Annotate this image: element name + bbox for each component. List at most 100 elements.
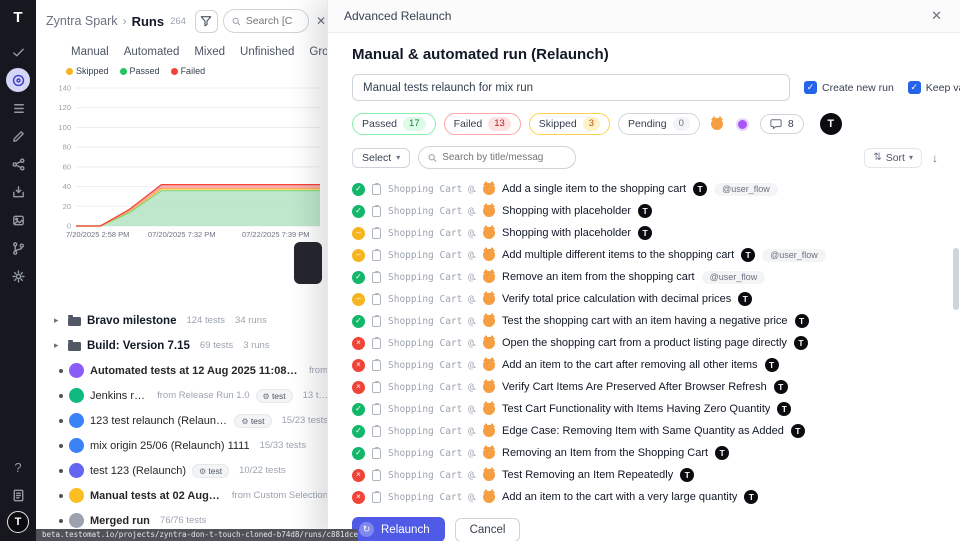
legend-item: Passed (120, 66, 160, 76)
run-env-badge: test (256, 389, 293, 403)
fox-emoji-icon (483, 491, 495, 503)
tree-folder-row[interactable]: ▸ Build: Version 7.15 69 tests 3 runs (36, 333, 336, 358)
test-title[interactable]: Remove an item from the shopping cart (502, 271, 695, 283)
filter-funnel-button[interactable] (195, 10, 218, 33)
clipboard-icon (372, 470, 381, 481)
option-checkbox[interactable]: Create new run (804, 81, 894, 94)
runs-tab[interactable]: Unfinished (240, 46, 294, 58)
test-title[interactable]: Removing an Item from the Shopping Cart (502, 447, 708, 459)
share-icon[interactable] (6, 152, 30, 176)
fox-emoji-icon (483, 227, 495, 239)
test-row[interactable]: Shopping Cart @… Remove an item from the… (352, 266, 938, 288)
sort-dropdown[interactable]: ⇅ Sort ▾ (864, 148, 922, 168)
tree-run-row[interactable]: 123 test relaunch (Relaunch) test 15/23 … (36, 408, 336, 433)
test-row[interactable]: Shopping Cart @… Removing an Item from t… (352, 442, 938, 464)
test-row[interactable]: Shopping Cart @… Add multiple different … (352, 244, 938, 266)
sort-direction-icon[interactable]: ↓ (932, 151, 938, 165)
breadcrumb-project[interactable]: Zyntra Spark (46, 14, 118, 28)
test-title[interactable]: Test Removing an Item Repeatedly (502, 469, 673, 481)
test-row[interactable]: Shopping Cart @… Add an item to the cart… (352, 486, 938, 508)
svg-text:40: 40 (63, 182, 71, 191)
edit-pencil-icon[interactable] (6, 124, 30, 148)
test-title[interactable]: Test Cart Functionality with Items Havin… (502, 403, 770, 415)
fox-emoji-filter-icon[interactable] (708, 115, 726, 133)
status-filter-chip[interactable]: Failed 13 (444, 113, 521, 135)
test-row[interactable]: Shopping Cart @… Verify Cart Items Are P… (352, 376, 938, 398)
search-icon (232, 16, 241, 27)
chevron-right-icon[interactable]: ▸ (54, 340, 62, 351)
test-title[interactable]: Test the shopping cart with an item havi… (502, 315, 788, 327)
test-title[interactable]: Add an item to the cart after removing a… (502, 359, 758, 371)
test-title[interactable]: Shopping with placeholder (502, 227, 631, 239)
run-type-icon (69, 413, 84, 428)
image-icon[interactable] (6, 208, 30, 232)
test-row[interactable]: Shopping Cart @… Test Cart Functionality… (352, 398, 938, 420)
clipboard-icon (372, 184, 381, 195)
tree-run-row[interactable]: Automated tests at 12 Aug 2025 11:08 (Re… (36, 358, 336, 383)
select-dropdown[interactable]: Select ▾ (352, 148, 410, 168)
tree-folder-row[interactable]: ▸ Bravo milestone 124 tests 34 runs (36, 308, 336, 333)
settings-gear-icon[interactable] (6, 264, 30, 288)
test-title[interactable]: Open the shopping cart from a product li… (502, 337, 787, 349)
clipboard-icon (372, 404, 381, 415)
test-row[interactable]: Shopping Cart @… Add an item to the cart… (352, 354, 938, 376)
test-row[interactable]: Shopping Cart @… Shopping with placehold… (352, 200, 938, 222)
test-row[interactable]: Shopping Cart @… Edge Case: Removing Ite… (352, 420, 938, 442)
test-title[interactable]: Add multiple different items to the shop… (502, 249, 734, 261)
run-name-input[interactable] (352, 74, 790, 101)
runs-tab[interactable]: Automated (124, 46, 180, 58)
test-title[interactable]: Verify Cart Items Are Preserved After Br… (502, 381, 767, 393)
test-title[interactable]: Add a single item to the shopping cart (502, 183, 686, 195)
clipboard-icon (372, 316, 381, 327)
cancel-button[interactable]: Cancel (455, 518, 521, 541)
runs-search-input[interactable] (246, 15, 300, 27)
runs-count-badge: 264 (170, 16, 186, 27)
chevron-right-icon[interactable]: ▸ (54, 315, 62, 326)
close-search-icon[interactable]: ✕ (314, 14, 328, 28)
test-row[interactable]: Shopping Cart @… Add a single item to th… (352, 178, 938, 200)
runs-tab[interactable]: Mixed (194, 46, 225, 58)
status-filter-chip[interactable]: Passed 17 (352, 113, 436, 135)
tree-run-row[interactable]: Manual tests at 02 Aug 2025 13:38 from C… (36, 483, 336, 508)
help-icon[interactable]: ? (14, 460, 21, 475)
checkbox-checked-icon[interactable] (908, 81, 921, 94)
comments-filter-chip[interactable]: 8 (760, 114, 804, 134)
tests-search-input[interactable] (442, 152, 566, 163)
status-filter-chip[interactable]: Pending 0 (618, 113, 700, 135)
list-icon[interactable] (6, 96, 30, 120)
x-axis-tick: 7/20/2025 2:58 PM (66, 230, 129, 239)
tree-run-row[interactable]: test 123 (Relaunch) test 10/22 tests (36, 458, 336, 483)
test-title[interactable]: Add an item to the cart with a very larg… (502, 491, 737, 503)
test-title[interactable]: Verify total price calculation with deci… (502, 293, 731, 305)
relaunch-button[interactable]: ↻ Relaunch (352, 517, 445, 541)
test-row[interactable]: Shopping Cart @… Shopping with placehold… (352, 222, 938, 244)
runs-icon[interactable] (6, 68, 30, 92)
assignee-avatar[interactable]: T (820, 113, 842, 135)
drawer-scrollbar[interactable] (952, 36, 959, 537)
checkbox-checked-icon[interactable] (804, 81, 817, 94)
status-filter-chip[interactable]: Skipped 3 (529, 113, 610, 135)
test-row[interactable]: Shopping Cart @… Open the shopping cart … (352, 332, 938, 354)
tests-search-box[interactable] (418, 146, 576, 169)
runs-tab[interactable]: Manual (71, 46, 109, 58)
docs-icon[interactable] (6, 483, 30, 507)
git-branch-icon[interactable] (6, 236, 30, 260)
tree-run-row[interactable]: mix origin 25/06 (Relaunch) 1111 15/33 t… (36, 433, 336, 458)
test-title[interactable]: Shopping with placeholder (502, 205, 631, 217)
tree-run-row[interactable]: Jenkins run (Relaunch) from Release Run … (36, 383, 336, 408)
close-drawer-icon[interactable]: ✕ (929, 8, 944, 24)
test-title[interactable]: Edge Case: Removing Item with Same Quant… (502, 425, 784, 437)
check-icon[interactable] (6, 40, 30, 64)
runs-search-box[interactable] (223, 9, 309, 33)
user-avatar[interactable]: T (7, 511, 29, 533)
import-box-icon[interactable] (6, 180, 30, 204)
swirl-emoji-filter-icon[interactable] (734, 115, 752, 133)
test-row[interactable]: Shopping Cart @… Test Removing an Item R… (352, 464, 938, 486)
drawer-scrollbar-thumb[interactable] (953, 248, 959, 310)
legend-item: Skipped (66, 66, 109, 76)
status-url-bar: beta.testomat.io/projects/zyntra-don-t-t… (36, 529, 358, 541)
run-name: Manual tests at 02 Aug 2025 13:38 (90, 490, 222, 502)
app-logo[interactable]: T (13, 9, 22, 26)
test-row[interactable]: Shopping Cart @… Test the shopping cart … (352, 310, 938, 332)
test-row[interactable]: Shopping Cart @… Verify total price calc… (352, 288, 938, 310)
